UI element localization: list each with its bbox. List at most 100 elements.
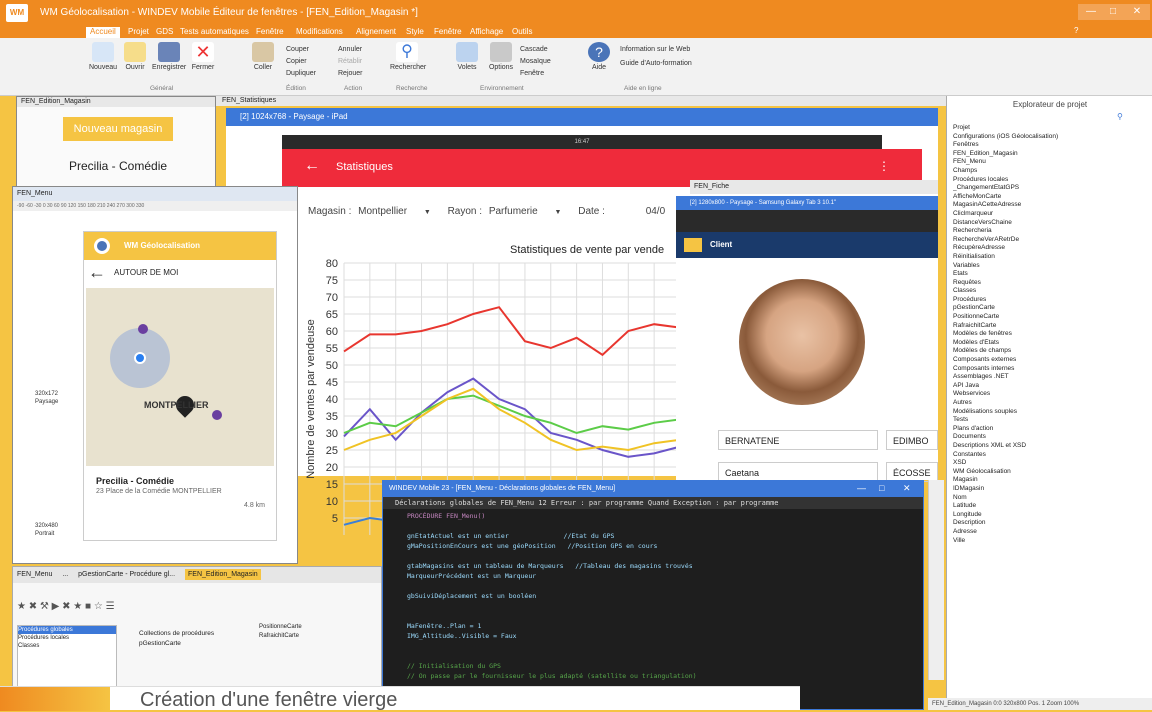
close-button[interactable]: ✕ (1124, 4, 1150, 20)
menu-modifications[interactable]: Modifications (292, 27, 347, 36)
guide-link[interactable]: Guide d'Auto-formation (620, 60, 692, 67)
tree-item[interactable]: RécupèreAdresse (953, 244, 1149, 253)
nouveau-button[interactable]: Nouveau (86, 42, 120, 71)
tree-item[interactable]: Procédures (953, 296, 1149, 305)
tree-item[interactable]: Classes (953, 287, 1149, 296)
tree-item[interactable]: Longitude (953, 511, 1149, 520)
rechercher-button[interactable]: ⚲ Rechercher (390, 42, 426, 71)
magasin-select[interactable]: Montpellier (358, 206, 407, 217)
couper-button[interactable]: Couper (286, 46, 309, 53)
tree-item[interactable]: Descriptions XML et XSD (953, 442, 1149, 451)
tab-ellipsis[interactable]: ... (62, 571, 68, 578)
tree-item[interactable]: Assemblages .NET (953, 373, 1149, 382)
tree-item[interactable]: Fenêtres (953, 141, 1149, 150)
tree-item[interactable]: Magasin (953, 476, 1149, 485)
tree-item[interactable]: Composants externes (953, 356, 1149, 365)
tree-item[interactable]: Documents (953, 433, 1149, 442)
info-web-link[interactable]: Information sur le Web (620, 46, 690, 53)
tree-item[interactable]: Constantes (953, 451, 1149, 460)
close-button[interactable]: ✕ (903, 483, 911, 494)
tree-item[interactable]: Champs (953, 167, 1149, 176)
tree-item[interactable]: XSD (953, 459, 1149, 468)
tree-item[interactable]: _ChangementEtatGPS (953, 184, 1149, 193)
volets-button[interactable]: Volets (450, 42, 484, 71)
maximize-button[interactable]: □ (879, 483, 884, 493)
menu-affichage[interactable]: Affichage (466, 27, 507, 36)
code-tab[interactable]: Déclarations globales de FEN_Menu 12 Err… (383, 497, 923, 509)
tree-item[interactable]: AfficheMonCarte (953, 193, 1149, 202)
tab-fen-menu[interactable]: FEN_Menu (17, 571, 52, 578)
rayon-select[interactable]: Parfumerie (489, 206, 538, 217)
rejouer-button[interactable]: Rejouer (338, 70, 363, 77)
options-button[interactable]: Options (484, 42, 518, 71)
prenom-field[interactable]: Caetana (718, 462, 878, 482)
tree-item[interactable]: pGestionCarte (953, 304, 1149, 313)
tree-item[interactable]: Requêtes (953, 279, 1149, 288)
maximize-button[interactable]: □ (1100, 4, 1126, 20)
procedure-item[interactable]: RafraichitCarte (259, 632, 302, 641)
back-arrow-icon[interactable]: ← (88, 262, 106, 283)
tree-item[interactable]: Latitude (953, 502, 1149, 511)
more-menu-icon[interactable]: ⋮ (878, 159, 890, 173)
store-marker-icon[interactable] (138, 324, 148, 334)
tree-item[interactable]: Composants internes (953, 365, 1149, 374)
menu-tests[interactable]: Tests automatiques (176, 27, 253, 36)
pays-field[interactable]: ÉCOSSE (886, 462, 938, 482)
tab-pgestioncarte[interactable]: pGestionCarte - Procédure gl... (78, 571, 175, 578)
nouveau-magasin-button[interactable]: Nouveau magasin (63, 117, 173, 141)
tree-item[interactable]: Réinitialisation (953, 253, 1149, 262)
tree-item[interactable]: États (953, 270, 1149, 279)
tree-item[interactable]: Plans d'action (953, 425, 1149, 434)
autour-header[interactable]: AUTOUR DE MOI (84, 260, 276, 286)
fen-menu-window[interactable]: FEN_Menu -90 -60 -30 0 30 60 90 120 150 … (12, 186, 298, 564)
retablir-button[interactable]: Rétablir (338, 58, 362, 65)
tree-item[interactable]: Nom (953, 494, 1149, 503)
fenetre-button[interactable]: Fenêtre (520, 70, 544, 77)
tree-item[interactable]: API Java (953, 382, 1149, 391)
tree-item[interactable]: FEN_Edition_Magasin (953, 150, 1149, 159)
menu-fenetre2[interactable]: Fenêtre (430, 27, 466, 36)
nom-field[interactable]: BERNATENE (718, 430, 878, 450)
menu-style[interactable]: Style (402, 27, 428, 36)
bottom-toolbar[interactable]: ★ ✖ ⚒ ▶ ✖ ★ ■ ☆ ☰ (17, 601, 115, 612)
menu-gds[interactable]: GDS (152, 27, 177, 36)
mosaique-button[interactable]: Mosaïque (520, 58, 551, 65)
tree-item[interactable]: Ville (953, 537, 1149, 546)
tree-item[interactable]: Modèles de fenêtres (953, 330, 1149, 339)
minimize-button[interactable]: — (857, 483, 866, 493)
search-icon[interactable]: ⚲ (1117, 112, 1123, 121)
ouvrir-button[interactable]: Ouvrir (118, 42, 152, 71)
tree-item[interactable]: IDMagasin (953, 485, 1149, 494)
tree-item[interactable]: Webservices (953, 390, 1149, 399)
tree-item[interactable]: Cliclmarqueur (953, 210, 1149, 219)
menu-accueil[interactable]: Accueil (86, 27, 120, 38)
menu-projet[interactable]: Projet (124, 27, 153, 36)
list-item[interactable]: Procédures locales (18, 634, 116, 642)
ville-field[interactable]: EDIMBO (886, 430, 938, 450)
tree-item[interactable]: FEN_Menu (953, 158, 1149, 167)
tree-item[interactable]: Procédures locales (953, 176, 1149, 185)
scrollbar[interactable] (928, 480, 944, 680)
tree-item[interactable]: Description (953, 519, 1149, 528)
menu-alignement[interactable]: Alignement (352, 27, 400, 36)
tree-item[interactable]: DistanceVersChaine (953, 219, 1149, 228)
project-tree[interactable]: Projet Configurations (iOS Géolocalisatio… (953, 124, 1149, 545)
cascade-button[interactable]: Cascade (520, 46, 548, 53)
tree-item[interactable]: MagasinACetteAdresse (953, 201, 1149, 210)
annuler-button[interactable]: Annuler (338, 46, 362, 53)
tree-item[interactable]: PositionneCarte (953, 313, 1149, 322)
list-item[interactable]: Procédures globales (18, 626, 116, 634)
tree-item[interactable]: Projet (953, 124, 1149, 133)
coller-button[interactable]: Coller (246, 42, 280, 71)
copier-button[interactable]: Copier (286, 58, 307, 65)
tree-item[interactable]: Modélisations souples (953, 408, 1149, 417)
tree-item[interactable]: RechercheVerARetrDe (953, 236, 1149, 245)
store-marker-icon[interactable] (212, 410, 222, 420)
code-editor-window[interactable]: WINDEV Mobile 23 - [FEN_Menu - Déclarati… (382, 480, 924, 710)
tree-item[interactable]: Modèles d'États (953, 339, 1149, 348)
tab-fen-edition[interactable]: FEN_Edition_Magasin (185, 569, 261, 580)
back-arrow-icon[interactable]: ← (304, 157, 320, 175)
tree-item[interactable]: Autres (953, 399, 1149, 408)
map[interactable]: MONTPELLIER (86, 288, 274, 466)
enregistrer-button[interactable]: Enregistrer (152, 42, 186, 71)
